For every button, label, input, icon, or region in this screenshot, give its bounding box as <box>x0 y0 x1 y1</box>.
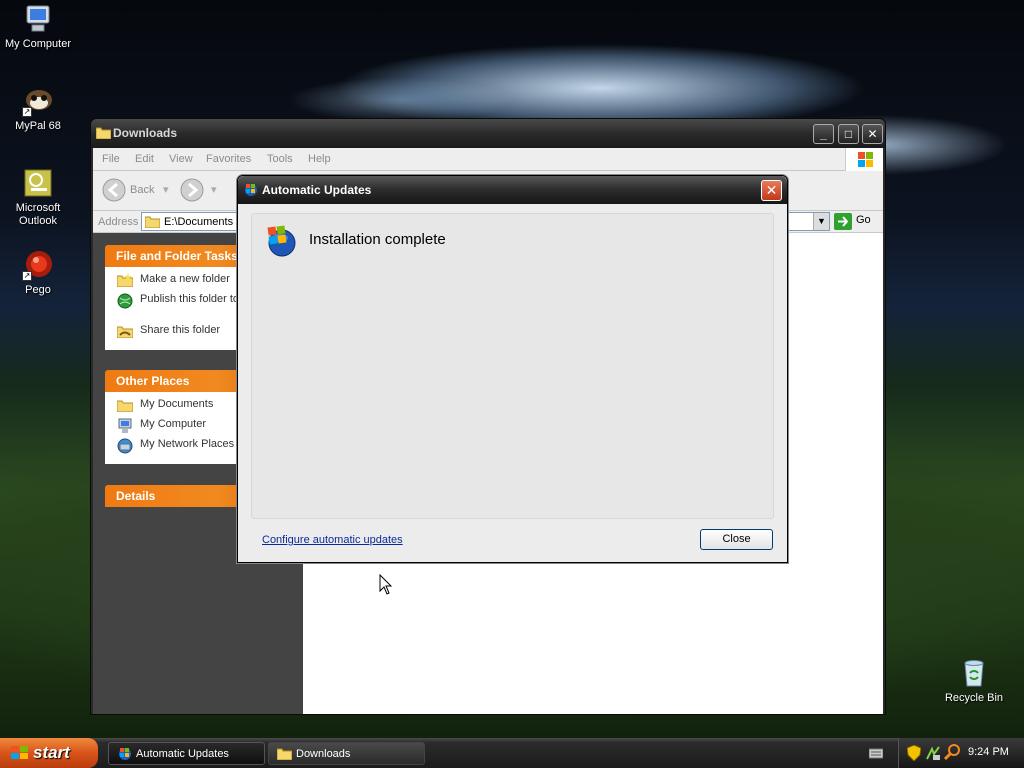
minimize-button[interactable]: _ <box>813 124 834 144</box>
explorer-title-bar[interactable]: Downloads _ □ ✕ <box>91 119 885 148</box>
start-button[interactable]: start <box>0 738 98 768</box>
desktop-icon-label: Pego <box>25 284 51 296</box>
dialog-close-icon[interactable]: ✕ <box>761 180 782 201</box>
forward-dropdown-icon[interactable]: ▾ <box>211 183 217 196</box>
computer-icon <box>117 418 133 438</box>
menu-favorites[interactable]: Favorites <box>206 153 251 165</box>
windows-update-icon <box>117 746 132 764</box>
outlook-icon <box>22 167 54 199</box>
folder-icon <box>95 126 112 142</box>
menu-bar: File Edit View Favorites Tools Help <box>93 148 883 171</box>
dialog-title-bar[interactable]: Automatic Updates ✕ <box>238 176 787 204</box>
computer-icon <box>22 3 54 35</box>
new-folder-icon <box>116 273 134 291</box>
desktop-icon-label: Recycle Bin <box>944 692 1004 704</box>
go-arrow-icon[interactable] <box>834 213 852 233</box>
desktop-icon-pego[interactable]: ↗ Pego <box>0 249 76 297</box>
menu-file[interactable]: File <box>102 153 120 165</box>
recycle-bin-icon <box>958 657 990 689</box>
address-value: E:\Documents a <box>164 216 240 228</box>
taskbar: start Automatic Updates Downloads 9:24 P… <box>0 738 1024 768</box>
menu-edit[interactable]: Edit <box>135 153 154 165</box>
network-places-icon <box>117 438 133 458</box>
dialog-heading: Installation complete <box>309 231 446 248</box>
folder-icon <box>145 215 160 231</box>
maximize-button[interactable]: □ <box>838 124 859 144</box>
desktop-icon-outlook[interactable]: Microsoft Outlook <box>0 167 76 228</box>
automatic-updates-dialog: Automatic Updates ✕ Installation complet… <box>237 175 788 563</box>
desktop-icon-label: Microsoft Outlook <box>15 202 61 227</box>
folder-icon <box>276 747 293 763</box>
desktop-icon-label: MyPal 68 <box>15 120 61 132</box>
address-input[interactable]: E:\Documents a <box>141 212 241 231</box>
taskbar-button-downloads[interactable]: Downloads <box>268 742 425 765</box>
mouse-cursor-icon <box>379 573 393 599</box>
configure-updates-link[interactable]: Configure automatic updates <box>262 534 403 546</box>
windows-update-icon <box>243 182 258 200</box>
taskbar-button-automatic-updates[interactable]: Automatic Updates <box>108 742 265 765</box>
pego-icon: ↗ <box>22 249 54 281</box>
back-button-label[interactable]: Back <box>130 184 154 196</box>
go-button[interactable]: Go <box>856 214 871 226</box>
window-title: Downloads <box>113 126 178 140</box>
taskbar-button-label: Downloads <box>296 748 351 760</box>
desktop-icon-mypal[interactable]: ↗ MyPal 68 <box>0 85 76 133</box>
keyboard-icon[interactable] <box>868 747 884 762</box>
desktop-icon-my-computer[interactable]: My Computer <box>0 3 76 51</box>
system-tray: 9:24 PM <box>898 738 1024 768</box>
menu-view[interactable]: View <box>169 153 193 165</box>
address-input-end[interactable]: ▼ <box>786 212 830 231</box>
windows-flag-icon <box>10 745 30 766</box>
menu-tools[interactable]: Tools <box>267 153 293 165</box>
back-arrow-icon[interactable] <box>102 178 126 205</box>
menu-help[interactable]: Help <box>308 153 331 165</box>
taskbar-button-label: Automatic Updates <box>136 748 229 760</box>
share-folder-icon <box>116 324 134 342</box>
security-shield-icon[interactable] <box>906 744 922 764</box>
windows-flag-icon <box>845 148 883 171</box>
address-dropdown-icon[interactable]: ▼ <box>813 213 829 230</box>
start-label: start <box>33 743 70 762</box>
dialog-content: Installation complete <box>251 213 774 519</box>
address-label: Address <box>98 216 139 228</box>
close-button[interactable]: ✕ <box>862 124 883 144</box>
clock[interactable]: 9:24 PM <box>968 746 1009 758</box>
folder-icon <box>116 398 134 416</box>
shortcut-arrow-icon: ↗ <box>22 107 32 117</box>
globe-publish-icon <box>117 293 133 313</box>
close-button[interactable]: Close <box>700 529 773 550</box>
mypal-browser-icon: ↗ <box>22 85 54 117</box>
search-icon[interactable] <box>943 744 960 763</box>
back-dropdown-icon[interactable]: ▾ <box>163 183 169 196</box>
network-icon[interactable] <box>925 745 941 764</box>
windows-update-shield-icon <box>263 223 297 260</box>
desktop-icon-recycle-bin[interactable]: Recycle Bin <box>936 657 1012 705</box>
dialog-title: Automatic Updates <box>262 183 372 197</box>
forward-arrow-icon[interactable] <box>180 178 204 205</box>
desktop-icon-label: My Computer <box>4 38 72 50</box>
shortcut-arrow-icon: ↗ <box>22 271 32 281</box>
